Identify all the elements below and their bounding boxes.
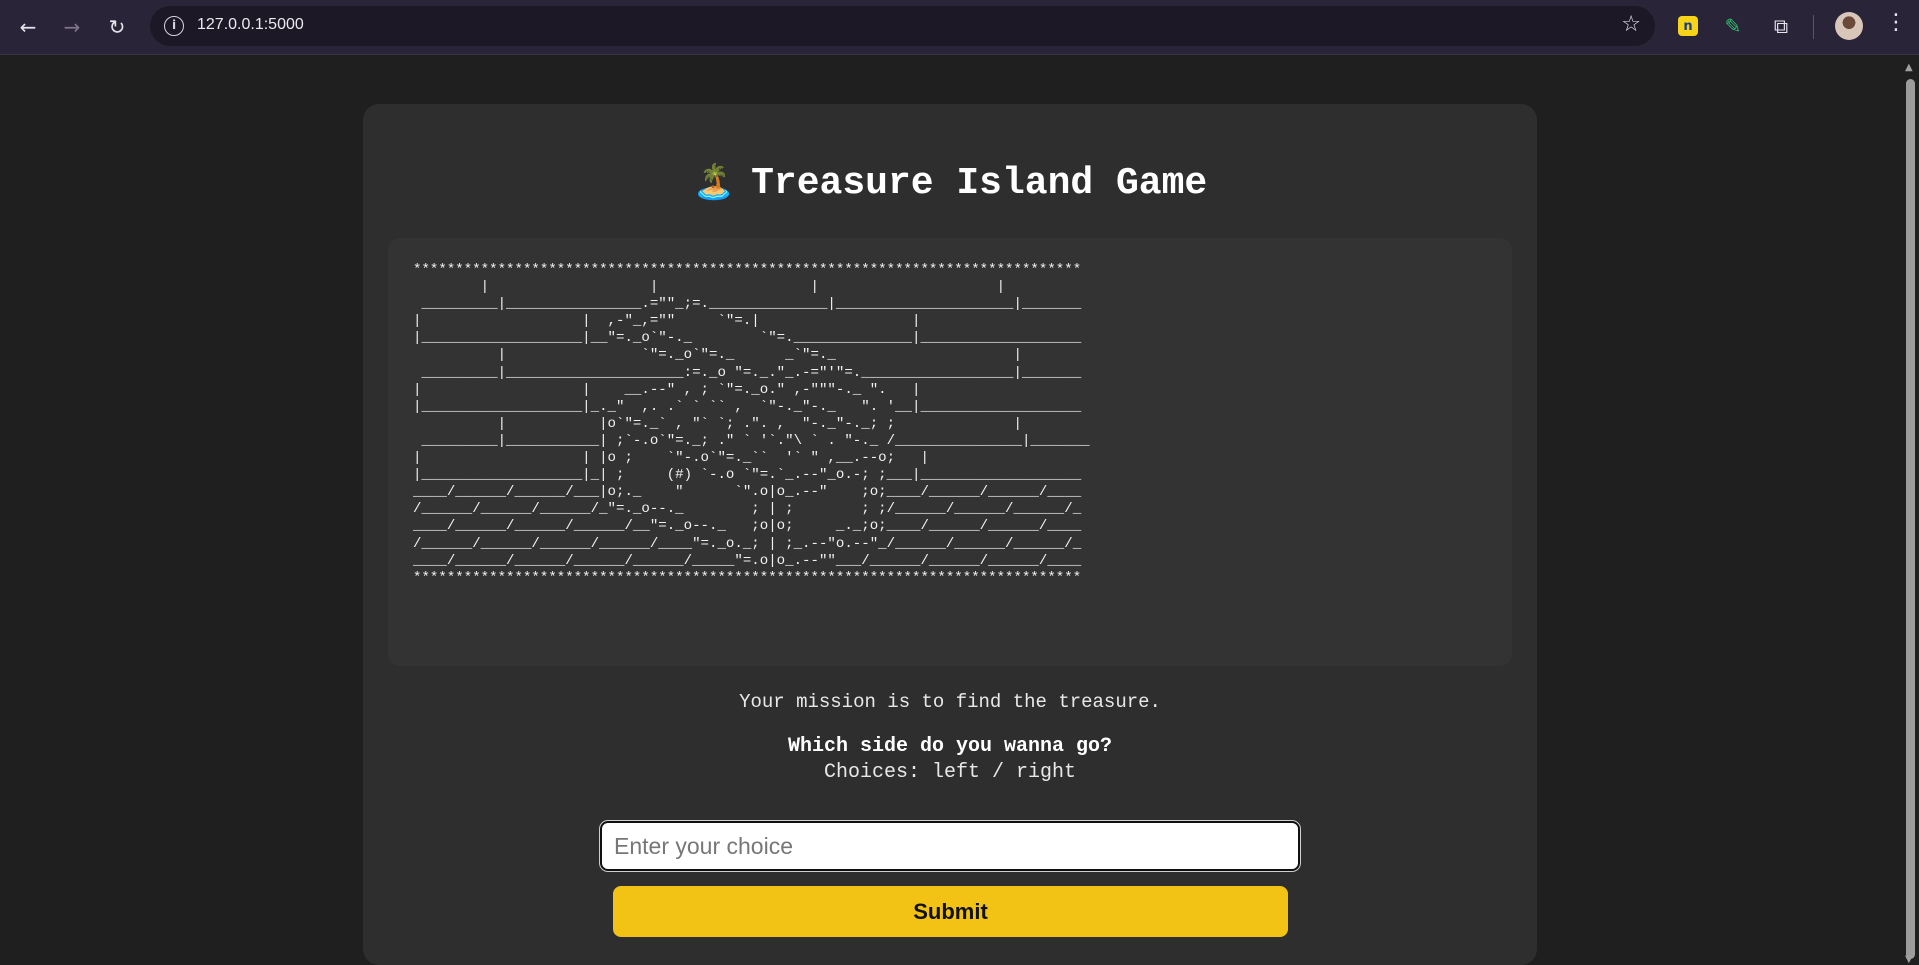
scroll-thumb[interactable] [1906,79,1915,959]
url-text[interactable]: 127.0.0.1:5000 [197,16,304,34]
toolbar-divider [1813,15,1814,39]
page-title: 🏝️ Treasure Island Game [363,162,1537,205]
choices-text: Choices: left / right [823,761,1077,784]
submit-button[interactable]: Submit [613,886,1288,937]
game-card: 🏝️ Treasure Island Game *****************… [363,104,1537,965]
choice-input[interactable] [599,820,1301,872]
mission-text: Your mission is to find the treasure. [739,691,1161,713]
ascii-art: ****************************************… [413,262,1090,586]
back-button[interactable]: ← [12,11,44,43]
reload-icon: ↻ [108,15,126,39]
star-icon[interactable]: ☆ [1621,12,1641,37]
avatar[interactable] [1835,12,1863,40]
scroll-up-icon[interactable]: ▲ [1905,62,1913,73]
puzzle-icon[interactable]: ⧉ [1768,13,1794,39]
question-text: Which side do you wanna go? [787,735,1113,758]
page-scrollbar[interactable]: ▲ ▼ [1902,55,1919,965]
arrow-left-icon: ← [19,15,37,39]
arrow-right-icon: → [63,15,81,39]
browser-toolbar: ← → ↻ i 127.0.0.1:5000 ☆ n ✎ ⧉ ⋮ [0,0,1919,55]
island-icon: 🏝️ [692,162,736,202]
scroll-down-icon[interactable]: ▼ [1905,954,1913,965]
address-bar[interactable]: i 127.0.0.1:5000 ☆ [150,6,1655,46]
info-icon[interactable]: i [164,16,184,36]
reload-button[interactable]: ↻ [101,11,133,43]
forward-button[interactable]: → [56,11,88,43]
title-text: Treasure Island Game [751,162,1208,205]
pen-icon[interactable]: ✎ [1720,13,1746,39]
extension-yellow-icon[interactable]: n [1678,16,1698,36]
ascii-art-panel: ****************************************… [388,238,1512,666]
kebab-menu-icon[interactable]: ⋮ [1885,10,1907,35]
